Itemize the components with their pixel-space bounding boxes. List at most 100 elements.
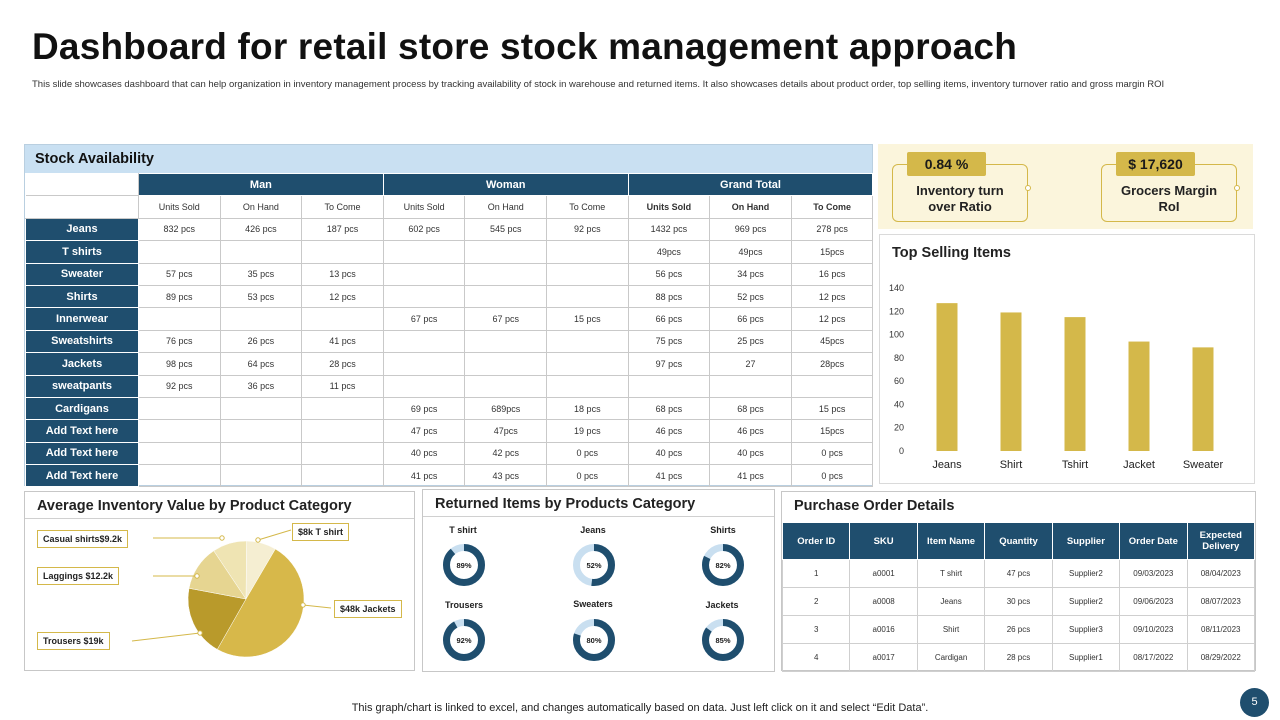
table-cell bbox=[382, 262, 466, 286]
row-label: Cardigans bbox=[25, 396, 139, 421]
y-tick-label: 100 bbox=[889, 330, 904, 340]
table-row: 1 a0001 T shirt 47 pcs Supplier2 09/03/2023 08… bbox=[781, 559, 1256, 588]
table-cell: 15pcs bbox=[790, 240, 874, 264]
table-cell: a0001 bbox=[849, 559, 918, 588]
row-label: Jackets bbox=[25, 352, 139, 376]
callout-dot-icon bbox=[194, 573, 200, 579]
table-row: Sweatshirts 76 pcs 26 pcs 41 pcs 75 pcs 25 pc… bbox=[25, 329, 874, 354]
table-cell: 12 pcs bbox=[301, 284, 384, 309]
top-selling-bar-chart: 0 20 40 60 80 100 120 140 Jeans Shirt Tshirt Jacket… bbox=[889, 283, 1224, 471]
callout-dot-icon bbox=[219, 535, 225, 541]
table-row: T shirts 49pcs 49pcs 15pcs bbox=[25, 240, 874, 264]
table-cell bbox=[138, 419, 221, 443]
po-column-header: Expected Delivery bbox=[1186, 522, 1256, 560]
table-cell: 09/03/2023 bbox=[1119, 559, 1188, 588]
table-cell: 08/07/2023 bbox=[1186, 587, 1256, 616]
table-cell bbox=[301, 396, 384, 421]
table-cell bbox=[546, 284, 629, 309]
table-cell: 26 pcs bbox=[984, 615, 1053, 644]
table-cell: 689pcs bbox=[464, 396, 547, 421]
table-cell: 545 pcs bbox=[464, 217, 547, 242]
purchase-order-title: Purchase Order Details bbox=[794, 498, 955, 514]
table-cell bbox=[382, 284, 466, 309]
table-cell: 46 pcs bbox=[627, 419, 711, 443]
table-cell bbox=[138, 441, 221, 466]
table-cell bbox=[627, 374, 711, 398]
table-cell: 76 pcs bbox=[138, 329, 221, 354]
table-cell bbox=[219, 396, 303, 421]
callout-dot-icon bbox=[300, 602, 306, 608]
table-cell bbox=[464, 352, 547, 376]
table-cell: 15 pcs bbox=[790, 396, 874, 421]
row-label: sweatpants bbox=[25, 374, 139, 398]
subheader-cell: Units Sold bbox=[382, 195, 466, 219]
table-cell: 3 bbox=[781, 615, 851, 644]
table-cell: 1432 pcs bbox=[627, 217, 711, 242]
table-row: 4 a0017 Cardigan 28 pcs Supplier1 08/17/2022 0… bbox=[781, 643, 1256, 672]
table-row: Cardigans 69 pcs 689pcs 18 pcs 68 pcs 68 pcs 1… bbox=[25, 396, 874, 421]
connector-dot-icon bbox=[1234, 185, 1240, 191]
table-cell: Supplier2 bbox=[1051, 587, 1121, 616]
table-cell: 2 bbox=[781, 587, 851, 616]
subheader-cell: On Hand bbox=[709, 195, 792, 219]
callout-casual-shirts: Casual shirts$9.2k bbox=[37, 530, 129, 548]
table-cell: 28 pcs bbox=[984, 643, 1053, 672]
callout-leader-line bbox=[257, 529, 292, 541]
table-cell: 13 pcs bbox=[301, 262, 384, 286]
row-label: Innerwear bbox=[25, 307, 139, 331]
table-corner bbox=[25, 195, 139, 219]
table-cell: 53 pcs bbox=[219, 284, 303, 309]
table-cell bbox=[301, 419, 384, 443]
table-cell: 46 pcs bbox=[709, 419, 792, 443]
y-tick-label: 0 bbox=[899, 446, 904, 456]
callout-dot-icon bbox=[255, 537, 261, 543]
table-cell bbox=[546, 240, 629, 264]
stock-availability-title: Stock Availability bbox=[25, 145, 872, 173]
x-tick-label: Sweater bbox=[1183, 459, 1224, 471]
footer-note: This graph/chart is linked to excel, and… bbox=[351, 702, 929, 714]
table-cell: 42 pcs bbox=[464, 441, 547, 466]
table-cell bbox=[301, 307, 384, 331]
table-cell: 47 pcs bbox=[984, 559, 1053, 588]
table-cell: 0 pcs bbox=[790, 464, 874, 488]
table-cell bbox=[382, 329, 466, 354]
table-cell: 36 pcs bbox=[219, 374, 303, 398]
table-cell bbox=[301, 464, 384, 488]
table-cell: 12 pcs bbox=[790, 284, 874, 309]
table-cell: 64 pcs bbox=[219, 352, 303, 376]
table-row: Add Text here 41 pcs 43 pcs 0 pcs 41 pcs 41 p… bbox=[25, 464, 874, 488]
table-cell bbox=[382, 240, 466, 264]
row-label: Add Text here bbox=[25, 441, 139, 466]
row-label: Shirts bbox=[25, 284, 139, 309]
table-cell: 25 pcs bbox=[709, 329, 792, 354]
table-cell bbox=[301, 240, 384, 264]
subheader-cell: To Come bbox=[301, 195, 384, 219]
table-cell: a0008 bbox=[849, 587, 918, 616]
table-cell: 40 pcs bbox=[382, 441, 466, 466]
table-cell bbox=[709, 374, 792, 398]
table-cell: 0 pcs bbox=[790, 441, 874, 466]
table-cell: 41 pcs bbox=[301, 329, 384, 354]
table-cell bbox=[790, 374, 874, 398]
x-tick-label: Jeans bbox=[932, 459, 962, 471]
table-cell: 832 pcs bbox=[138, 217, 221, 242]
table-cell: 40 pcs bbox=[627, 441, 711, 466]
callout-trousers: Trousers $19k bbox=[37, 632, 110, 650]
table-cell: Jeans bbox=[916, 587, 986, 616]
avg-inventory-panel: Average Inventory Value by Product Categ… bbox=[24, 491, 415, 671]
table-cell: 09/06/2023 bbox=[1119, 587, 1188, 616]
page-title: Dashboard for retail store stock managem… bbox=[32, 26, 1017, 67]
callout-leader-line bbox=[131, 632, 201, 642]
kpi-value-inventory-turnover: 0.84 % bbox=[907, 152, 986, 176]
callout-t-shirt: $8k T shirt bbox=[292, 523, 350, 541]
callout-laggings: Laggings $12.2k bbox=[37, 567, 120, 585]
donut-percent-label: 52% bbox=[586, 561, 601, 570]
y-tick-label: 120 bbox=[889, 306, 904, 316]
group-header-woman: Woman bbox=[382, 172, 629, 197]
table-cell: Cardigan bbox=[916, 643, 986, 672]
table-cell: 67 pcs bbox=[382, 307, 466, 331]
table-cell: 68 pcs bbox=[709, 396, 792, 421]
table-cell: 41 pcs bbox=[709, 464, 792, 488]
y-tick-label: 40 bbox=[894, 399, 904, 409]
table-row: Jeans 832 pcs 426 pcs 187 pcs 602 pcs 545 pcs… bbox=[25, 217, 874, 242]
